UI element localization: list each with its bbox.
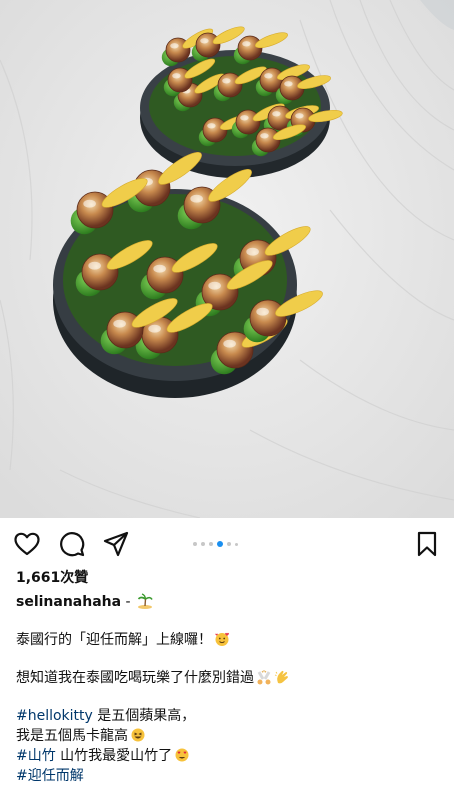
bookmark-icon[interactable] bbox=[414, 531, 440, 557]
username[interactable]: selinanahaha bbox=[16, 594, 121, 610]
hashtag-link[interactable]: #hellokitty bbox=[16, 708, 93, 724]
clapping-hands-icon bbox=[274, 670, 288, 684]
hashtag-link[interactable]: #山竹 bbox=[16, 748, 56, 764]
carousel-dot bbox=[201, 542, 205, 546]
caption-text: 我是五個馬卡龍高 bbox=[16, 728, 128, 744]
heart-icon[interactable] bbox=[14, 531, 40, 557]
post-photo[interactable] bbox=[0, 0, 454, 518]
caption-line-1: 泰國行的「迎任而解」上線囉！ bbox=[16, 630, 440, 650]
caption-text: 山竹我最愛山竹了 bbox=[55, 748, 173, 764]
post-action-bar bbox=[0, 518, 454, 568]
dessert-photo bbox=[0, 0, 454, 518]
carousel-dot bbox=[209, 542, 213, 546]
caption-line-6: #迎任而解 bbox=[16, 766, 440, 786]
caption-text: 想知道我在泰國吃喝玩樂了什麼別錯過 bbox=[16, 670, 254, 686]
grinning-icon bbox=[131, 728, 145, 742]
caption-text: 泰國行的「迎任而解」上線囉！ bbox=[16, 632, 212, 648]
comment-icon[interactable] bbox=[59, 531, 85, 557]
caption-text: 是五個蘋果高， bbox=[92, 708, 196, 724]
island-icon bbox=[137, 593, 153, 609]
share-icon[interactable] bbox=[103, 531, 129, 557]
carousel-dot bbox=[217, 541, 223, 547]
carousel-dot bbox=[235, 542, 238, 546]
carousel-indicator bbox=[193, 540, 238, 548]
likes-count[interactable]: 1,661次贊 bbox=[16, 568, 440, 592]
post-caption: 1,661次贊 selinanahaha - 泰國行的「迎任而解」上線囉！ 想知… bbox=[16, 568, 440, 786]
author-line: selinanahaha - bbox=[16, 592, 440, 612]
caption-line-5: #山竹 山竹我最愛山竹了 bbox=[16, 746, 440, 766]
hashtag-link[interactable]: #迎任而解 bbox=[16, 768, 84, 784]
cheering-icon bbox=[257, 670, 271, 685]
carousel-dot bbox=[227, 542, 231, 546]
smiling-face-hearts-icon bbox=[215, 632, 229, 646]
caption-line-3: #hellokitty 是五個蘋果高， bbox=[16, 706, 440, 726]
username-suffix: - bbox=[121, 594, 136, 610]
heart-eyes-icon bbox=[175, 748, 189, 762]
caption-line-4: 我是五個馬卡龍高 bbox=[16, 726, 440, 746]
caption-line-2: 想知道我在泰國吃喝玩樂了什麼別錯過 bbox=[16, 668, 440, 688]
carousel-dot bbox=[193, 542, 197, 546]
